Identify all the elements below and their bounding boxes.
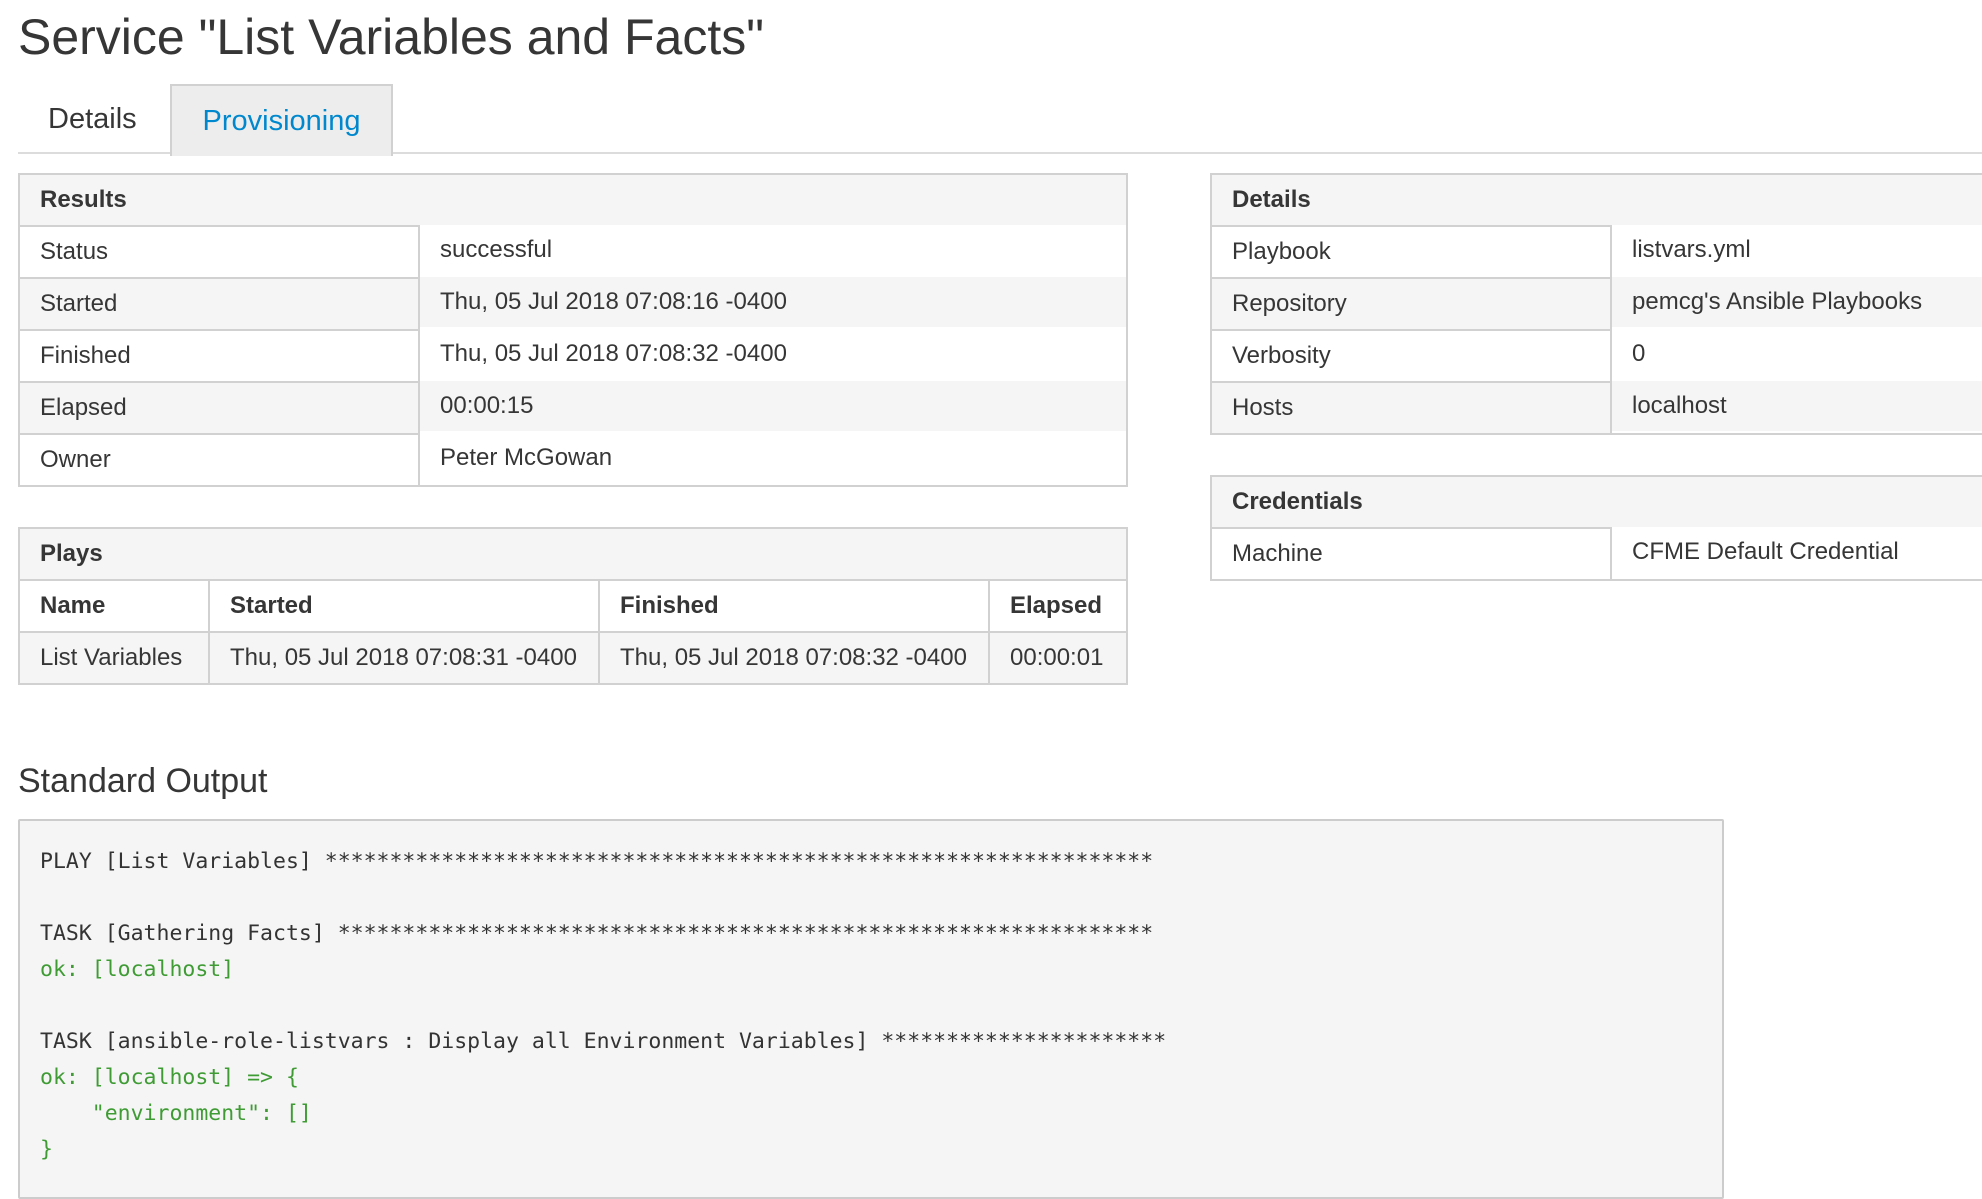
details-row-repository: Repository pemcg's Ansible Playbooks — [1210, 275, 1982, 331]
details-row-hosts: Hosts localhost — [1210, 379, 1982, 435]
plays-heading: Plays — [19, 528, 1127, 581]
results-row-status: Status successful — [18, 223, 1128, 279]
row-value: Peter McGowan — [418, 431, 1128, 485]
row-value: 0 — [1610, 327, 1982, 381]
credentials-row-machine: Machine CFME Default Credential — [1210, 525, 1982, 581]
row-value: CFME Default Credential — [1610, 525, 1982, 579]
details-row-playbook: Playbook listvars.yml — [1210, 223, 1982, 279]
play-finished-cell: Thu, 05 Jul 2018 07:08:32 -0400 — [598, 631, 990, 685]
row-value: successful — [418, 223, 1128, 277]
plays-header-row: Name Started Finished Elapsed — [18, 579, 1128, 633]
plays-table: Plays Name Started Finished Elapsed List… — [18, 527, 1128, 685]
results-row-started: Started Thu, 05 Jul 2018 07:08:16 -0400 — [18, 275, 1128, 331]
standard-output-title: Standard Output — [18, 762, 268, 800]
table-row: List Variables Thu, 05 Jul 2018 07:08:31… — [18, 631, 1128, 685]
details-table: Details Playbook listvars.yml Repository… — [1210, 173, 1982, 435]
row-label: Started — [18, 277, 420, 331]
standard-output-console[interactable]: PLAY [List Variables] ******************… — [18, 819, 1724, 1199]
row-label: Machine — [1210, 527, 1612, 581]
row-value: localhost — [1610, 379, 1982, 433]
row-value: 00:00:15 — [418, 379, 1128, 433]
tab-bar: Details Provisioning — [18, 84, 1982, 156]
row-value: listvars.yml — [1610, 223, 1982, 277]
column-header-name: Name — [18, 579, 210, 633]
output-line: TASK [ansible-role-listvars : Display al… — [40, 1029, 1167, 1054]
output-line: } — [40, 1137, 53, 1162]
row-label: Hosts — [1210, 381, 1612, 435]
row-value: Thu, 05 Jul 2018 07:08:32 -0400 — [418, 327, 1128, 381]
page-title: Service "List Variables and Facts" — [18, 9, 764, 65]
row-label: Repository — [1210, 277, 1612, 331]
tab-provisioning[interactable]: Provisioning — [170, 84, 393, 156]
row-value: Thu, 05 Jul 2018 07:08:16 -0400 — [418, 275, 1128, 329]
output-line: PLAY [List Variables] ******************… — [40, 849, 1154, 874]
output-line: TASK [Gathering Facts] *****************… — [40, 921, 1154, 946]
results-heading: Results — [19, 174, 1127, 227]
play-elapsed-cell: 00:00:01 — [988, 631, 1128, 685]
results-table: Results Status successful Started Thu, 0… — [18, 173, 1128, 487]
tab-details[interactable]: Details — [18, 84, 167, 154]
credentials-heading: Credentials — [1211, 476, 1982, 529]
output-line: "environment": [] — [40, 1101, 312, 1126]
column-header-finished: Finished — [598, 579, 990, 633]
output-line: ok: [localhost] => { — [40, 1065, 299, 1090]
results-row-finished: Finished Thu, 05 Jul 2018 07:08:32 -0400 — [18, 327, 1128, 383]
row-label: Finished — [18, 329, 420, 383]
details-row-verbosity: Verbosity 0 — [1210, 327, 1982, 383]
row-label: Status — [18, 225, 420, 279]
results-row-owner: Owner Peter McGowan — [18, 431, 1128, 487]
details-heading: Details — [1211, 174, 1982, 227]
row-label: Elapsed — [18, 381, 420, 435]
output-line: ok: [localhost] — [40, 957, 235, 982]
play-name-cell: List Variables — [18, 631, 210, 685]
column-header-elapsed: Elapsed — [988, 579, 1128, 633]
play-started-cell: Thu, 05 Jul 2018 07:08:31 -0400 — [208, 631, 600, 685]
row-label: Verbosity — [1210, 329, 1612, 383]
results-row-elapsed: Elapsed 00:00:15 — [18, 379, 1128, 435]
credentials-table: Credentials Machine CFME Default Credent… — [1210, 475, 1982, 581]
column-header-started: Started — [208, 579, 600, 633]
row-label: Playbook — [1210, 225, 1612, 279]
row-label: Owner — [18, 433, 420, 487]
row-value: pemcg's Ansible Playbooks — [1610, 275, 1982, 329]
